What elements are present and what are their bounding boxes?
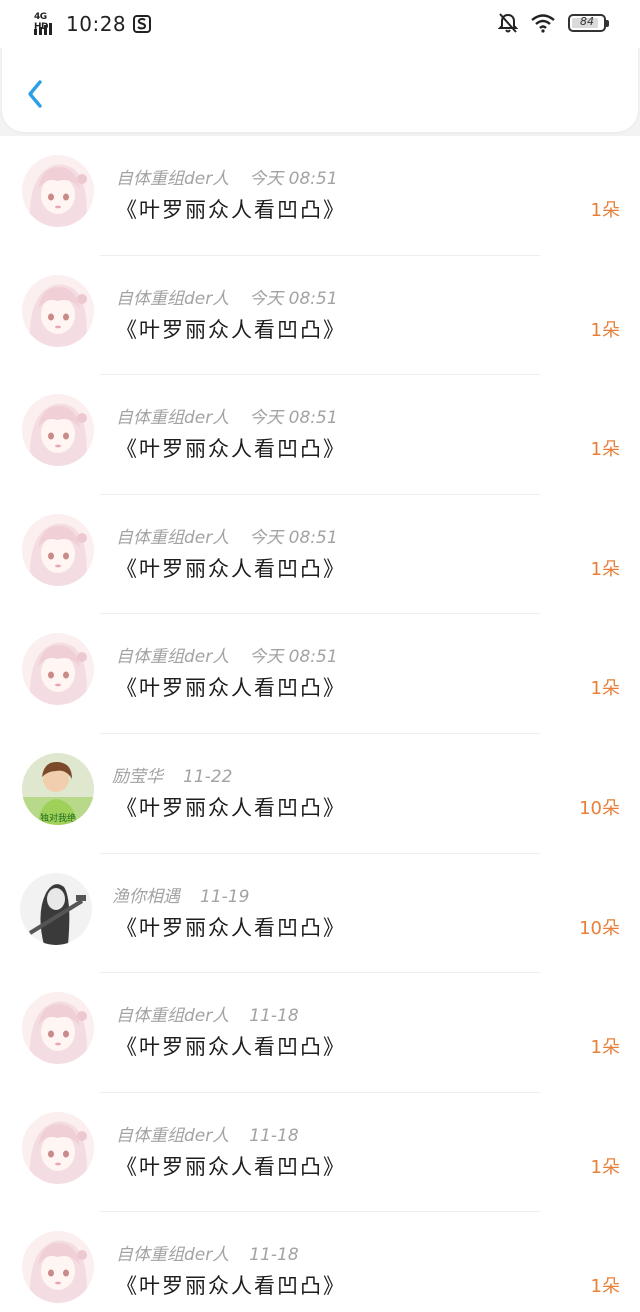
list-item[interactable]: 自体重组der人 今天 08:51 《叶罗丽众人看凹凸》 1朵 [0,375,640,495]
avatar[interactable] [22,1231,94,1304]
pink-hair-girl-avatar-icon [22,513,94,586]
status-time: 10:28 [66,12,127,36]
list-item[interactable]: 自体重组der人 11-18 《叶罗丽众人看凹凸》 1朵 [0,1093,640,1213]
sender-name[interactable]: 励莹华 [112,767,163,787]
status-right: 84 [498,12,609,34]
flower-count: 1朵 [590,200,620,221]
story-title[interactable]: 《叶罗丽众人看凹凸》 [116,194,346,224]
avatar[interactable] [22,1111,94,1184]
wifi-icon [531,14,555,33]
list-item[interactable]: 自体重组der人 今天 08:51 《叶罗丽众人看凹凸》 1朵 [0,614,640,734]
message-list: 自体重组der人 今天 08:51 《叶罗丽众人看凹凸》 1朵 自体重组der人今… [0,136,640,1312]
message-time: 今天 08:51 [249,288,338,309]
sender-name[interactable]: 自体重组der人 [116,1126,229,1146]
pink-hair-girl-avatar-icon [22,633,94,706]
flower-count: 1朵 [590,319,620,341]
story-title[interactable]: 《叶罗丽众人看凹凸》 [116,912,346,942]
story-title[interactable]: 《叶罗丽众人看凹凸》 [116,1270,346,1300]
top-nav-bar [2,48,638,132]
list-item[interactable]: 自体重组der人 今天 08:51 《叶罗丽众人看凹凸》 1朵 [0,495,640,615]
back-arrow-icon[interactable] [22,76,50,112]
message-time: 11-19 [200,886,250,907]
sender-name[interactable]: 自体重组der人 [116,169,229,189]
story-title[interactable]: 《叶罗丽众人看凹凸》 [116,314,346,344]
message-meta: 自体重组der人 今天 08:51 [116,164,338,189]
message-meta: 渔你相遇 11-19 [112,882,249,907]
flower-count: 10朵 [579,797,620,819]
battery-level: 84 [580,15,594,28]
flower-count: 1朵 [590,1276,620,1298]
sender-name[interactable]: 渔你相遇 [112,887,180,907]
pink-hair-girl-avatar-icon [22,1111,94,1184]
list-item[interactable]: 自体重组der人 今天 08:51 《叶罗丽众人看凹凸》 1朵 [0,256,640,376]
message-meta: 自体重组der人 今天 08:51 [116,523,338,548]
avatar[interactable]: 独对我绝 [22,752,94,825]
list-item[interactable]: 自体重组der人 今天 08:51 《叶罗丽众人看凹凸》 1朵 [0,136,640,256]
flower-count: 1朵 [590,678,620,700]
sender-name[interactable]: 自体重组der人 [116,1245,229,1265]
message-time: 今天 08:51 [249,408,338,429]
sender-name[interactable]: 自体重组der人 [116,408,229,428]
screenshot-app-icon [133,15,152,33]
message-meta: 自体重组der人 今天 08:51 [116,403,338,428]
story-title[interactable]: 《叶罗丽众人看凹凸》 [116,433,346,463]
flower-count: 1朵 [590,1156,620,1178]
flower-count: 1朵 [590,558,620,580]
story-title[interactable]: 《叶罗丽众人看凹凸》 [116,792,346,822]
guitar-girl-avatar-icon [20,872,92,945]
pink-hair-girl-avatar-icon [22,394,94,467]
pink-hair-girl-avatar-icon [22,1231,94,1304]
story-title[interactable]: 《叶罗丽众人看凹凸》 [116,1151,346,1181]
list-item[interactable]: 自体重组der人 11-18 《叶罗丽众人看凹凸》 1朵 [0,1212,640,1312]
avatar[interactable] [22,513,94,586]
list-item[interactable]: 渔你相遇 11-19 《叶罗丽众人看凹凸》 10朵 [0,854,640,974]
flower-count: 1朵 [590,1037,620,1059]
pink-hair-girl-avatar-icon [22,274,94,347]
mute-bell-icon [498,13,518,33]
avatar[interactable] [22,394,94,467]
message-meta: 自体重组der人 今天 08:51 [116,284,338,309]
message-meta: 励莹华 11-22 [112,762,232,787]
avatar[interactable] [22,992,94,1065]
avatar[interactable] [22,155,94,227]
list-item[interactable]: 独对我绝 励莹华 11-22 《叶罗丽众人看凹凸》 10朵 [0,734,640,854]
message-time: 11-22 [183,766,233,787]
message-time: 11-18 [249,1245,299,1266]
avatar[interactable] [22,274,94,347]
message-meta: 自体重组der人 11-18 [116,1001,299,1026]
message-meta: 自体重组der人 11-18 [116,1240,299,1265]
signal-icon: 4G HD [34,12,60,35]
status-bar: 4G HD 10:28 84 [0,0,640,48]
message-meta: 自体重组der人 今天 08:51 [116,642,338,667]
sender-name[interactable]: 自体重组der人 [116,289,229,309]
message-time: 今天 08:51 [249,169,338,189]
flower-count: 1朵 [590,439,620,461]
sender-name[interactable]: 自体重组der人 [116,647,229,667]
flower-count: 10朵 [579,917,620,939]
message-time: 11-18 [249,1125,299,1146]
message-meta: 自体重组der人 11-18 [116,1121,299,1146]
battery-icon: 84 [568,14,609,32]
message-time: 今天 08:51 [249,647,338,668]
message-time: 11-18 [249,1006,299,1027]
avatar[interactable] [22,633,94,706]
story-title[interactable]: 《叶罗丽众人看凹凸》 [116,1031,346,1061]
story-title[interactable]: 《叶罗丽众人看凹凸》 [116,553,346,583]
sender-name[interactable]: 自体重组der人 [116,1006,229,1026]
avatar-caption: 独对我绝 [39,813,76,824]
message-time: 今天 08:51 [249,527,338,548]
avatar[interactable] [20,872,92,945]
list-item[interactable]: 自体重组der人 11-18 《叶罗丽众人看凹凸》 1朵 [0,973,640,1093]
pink-hair-girl-avatar-icon [22,155,94,227]
pink-hair-girl-avatar-icon [22,992,94,1065]
status-left: 4G HD 10:28 [34,12,152,36]
story-title[interactable]: 《叶罗丽众人看凹凸》 [116,672,346,702]
sender-name[interactable]: 自体重组der人 [116,528,229,548]
